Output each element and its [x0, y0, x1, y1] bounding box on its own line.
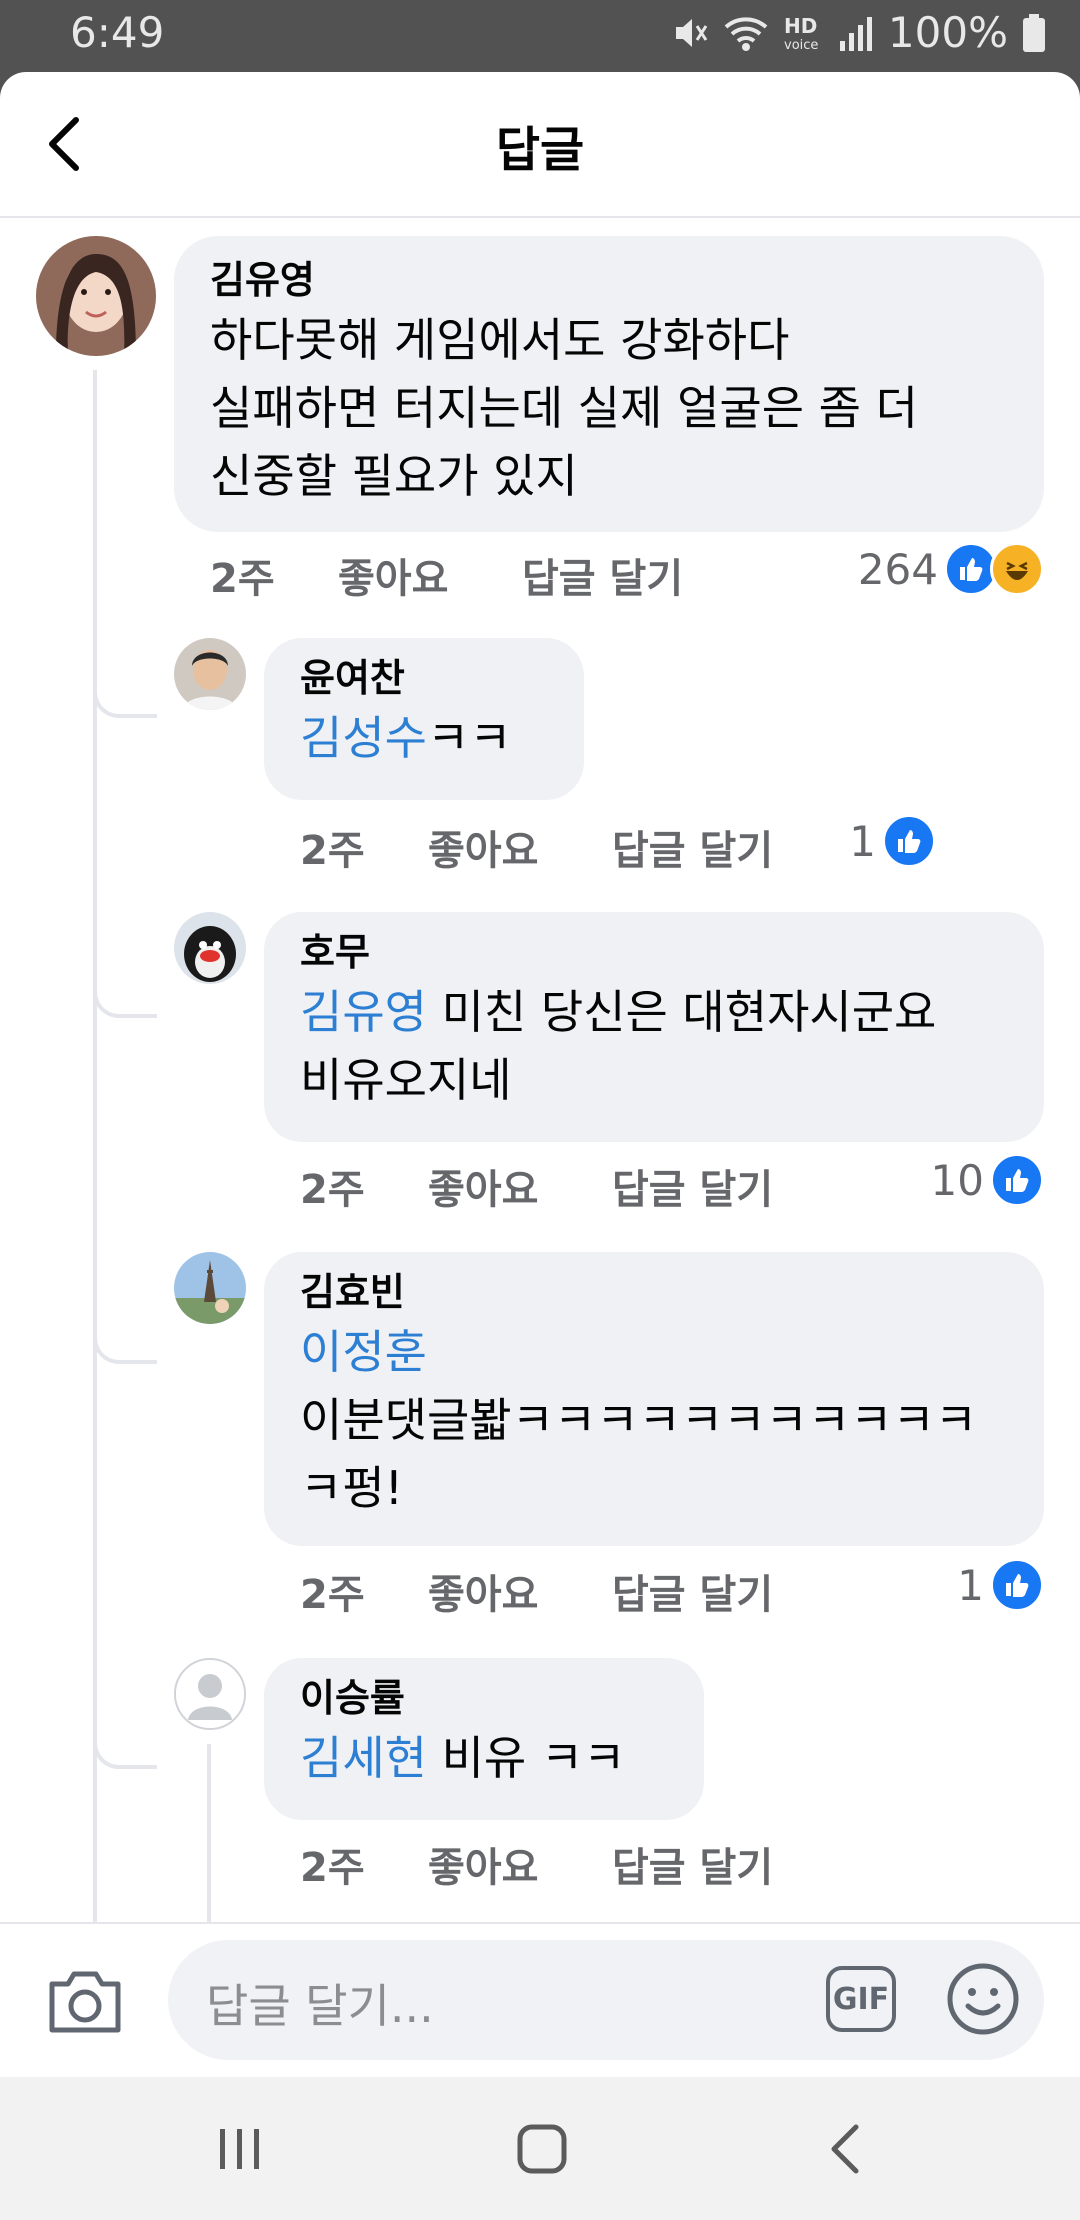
thumbs-up-icon [882, 814, 936, 868]
thread-line [93, 370, 97, 1922]
comment-time[interactable]: 2주 [210, 546, 275, 604]
thread-connector [93, 978, 157, 1018]
thread-line [207, 1744, 211, 1922]
thread-connector [93, 1729, 157, 1769]
camera-icon [49, 1971, 121, 2033]
avatar[interactable] [174, 638, 246, 710]
comment-author[interactable]: 이승률 [300, 1672, 668, 1724]
reply-composer: 답글 달기... GIF [0, 1922, 1080, 2077]
home-icon [517, 2124, 567, 2174]
comment-bubble[interactable]: 김효빈 이정훈 이분댓글봛ㅋㅋㅋㅋㅋㅋㅋㅋㅋㅋㅋ ㅋ펑! [264, 1252, 1044, 1546]
comment-time[interactable]: 2주 [300, 818, 365, 876]
wifi-icon [724, 13, 768, 53]
page-title: 답글 [495, 122, 585, 178]
like-button[interactable]: 좋아요 [428, 1562, 538, 1620]
haha-icon [990, 542, 1044, 596]
signal-icon [838, 13, 874, 53]
reaction-count: 10 [930, 1155, 984, 1205]
comment-author[interactable]: 김효빈 [300, 1266, 1008, 1318]
reply-sheet: 답글 김유영 하다못해 게임에서도 강화하다 실패하면 터지는데 실제 얼굴은 … [0, 72, 1080, 2077]
like-button[interactable]: 좋아요 [428, 1157, 538, 1215]
comment-text: 하다못해 게임에서도 강화하다 실패하면 터지는데 실제 얼굴은 좀 더 신중할… [210, 313, 918, 503]
reaction-summary[interactable]: 10 [931, 1153, 1044, 1207]
mention-link[interactable]: 김성수 [300, 711, 427, 765]
reaction-count: 1 [849, 816, 876, 866]
thread-connector [93, 1324, 157, 1364]
gif-button[interactable]: GIF [826, 1966, 896, 2032]
mention-link[interactable]: 김유영 [300, 985, 427, 1039]
svg-text:HD: HD [784, 14, 817, 38]
mention-link[interactable]: 이정훈 [300, 1325, 427, 1379]
recent-apps-button[interactable] [210, 2121, 270, 2177]
mute-icon [670, 13, 710, 53]
avatar[interactable] [174, 912, 246, 984]
emoji-button[interactable] [946, 1962, 1020, 2036]
reaction-summary[interactable]: 1 [957, 1558, 1044, 1612]
system-navbar [0, 2077, 1080, 2220]
comment-author[interactable]: 김유영 [210, 254, 1008, 306]
comment-author[interactable]: 호무 [300, 926, 1008, 978]
comment-bubble[interactable]: 호무 김유영 미친 당신은 대현자시군요 비유오지네 [264, 912, 1044, 1142]
status-bar: 6:49 HD voice 100% [0, 0, 1080, 72]
status-time: 6:49 [70, 8, 165, 57]
battery-icon [1022, 13, 1046, 53]
avatar[interactable] [174, 1658, 246, 1730]
comment-time[interactable]: 2주 [300, 1157, 365, 1215]
reply-button[interactable]: 답글 달기 [612, 1157, 773, 1215]
reply-button[interactable]: 답글 달기 [612, 1835, 773, 1893]
reaction-count: 1 [957, 1560, 984, 1610]
status-icons: HD voice 100% [670, 8, 1046, 57]
battery-text: 100% [887, 8, 1008, 57]
thumbs-up-icon [990, 1558, 1044, 1612]
like-button[interactable]: 좋아요 [338, 546, 448, 604]
recent-apps-icon [220, 2129, 259, 2169]
reaction-summary[interactable]: 264 [858, 542, 1044, 596]
comment-text: 이분댓글봛ㅋㅋㅋㅋㅋㅋㅋㅋㅋㅋㅋ ㅋ펑! [300, 1393, 978, 1515]
comment-bubble[interactable]: 이승률 김세현 비유 ㅋㅋ [264, 1658, 704, 1820]
camera-button[interactable] [46, 1966, 124, 2036]
reply-button[interactable]: 답글 달기 [612, 818, 773, 876]
smiley-icon [947, 1963, 1019, 2035]
avatar[interactable] [174, 1252, 246, 1324]
reaction-count: 264 [857, 544, 938, 594]
mention-link[interactable]: 김세현 [300, 1731, 427, 1785]
comment-actions: 2주 좋아요 답글 달기 [300, 1835, 1044, 1895]
reaction-summary[interactable]: 1 [849, 814, 936, 868]
comment-time[interactable]: 2주 [300, 1835, 365, 1893]
comment-bubble[interactable]: 김유영 하다못해 게임에서도 강화하다 실패하면 터지는데 실제 얼굴은 좀 더… [174, 236, 1044, 532]
comment-text: 비유 ㅋㅋ [426, 1731, 626, 1785]
like-button[interactable]: 좋아요 [428, 818, 538, 876]
comment-actions: 2주 좋아요 답글 달기 1 [300, 1558, 1044, 1622]
comment-text: ㅋㅋ [426, 711, 512, 765]
reply-input-placeholder: 답글 달기... [206, 1979, 434, 2033]
reply-button[interactable]: 답글 달기 [522, 546, 683, 604]
avatar[interactable] [36, 236, 156, 356]
nav-back-button[interactable] [818, 2121, 878, 2177]
comment-time[interactable]: 2주 [300, 1562, 365, 1620]
home-button[interactable] [512, 2121, 572, 2177]
header: 답글 [0, 72, 1080, 218]
comment-bubble[interactable]: 윤여찬 김성수ㅋㅋ [264, 638, 584, 800]
thumbs-up-icon [990, 1153, 1044, 1207]
hd-voice-icon: HD voice [782, 13, 824, 53]
reply-input[interactable]: 답글 달기... GIF [168, 1940, 1044, 2060]
reply-button[interactable]: 답글 달기 [612, 1562, 773, 1620]
thread-connector [93, 678, 157, 718]
comment-actions: 2주 좋아요 답글 달기 10 [300, 1153, 1044, 1217]
comment-actions: 2주 좋아요 답글 달기 264 [210, 542, 1044, 606]
svg-text:voice: voice [784, 38, 818, 53]
back-icon [831, 2124, 859, 2174]
comment-author[interactable]: 윤여찬 [300, 652, 548, 704]
comment-actions: 2주 좋아요 답글 달기 1 [300, 814, 936, 878]
like-button[interactable]: 좋아요 [428, 1835, 538, 1893]
